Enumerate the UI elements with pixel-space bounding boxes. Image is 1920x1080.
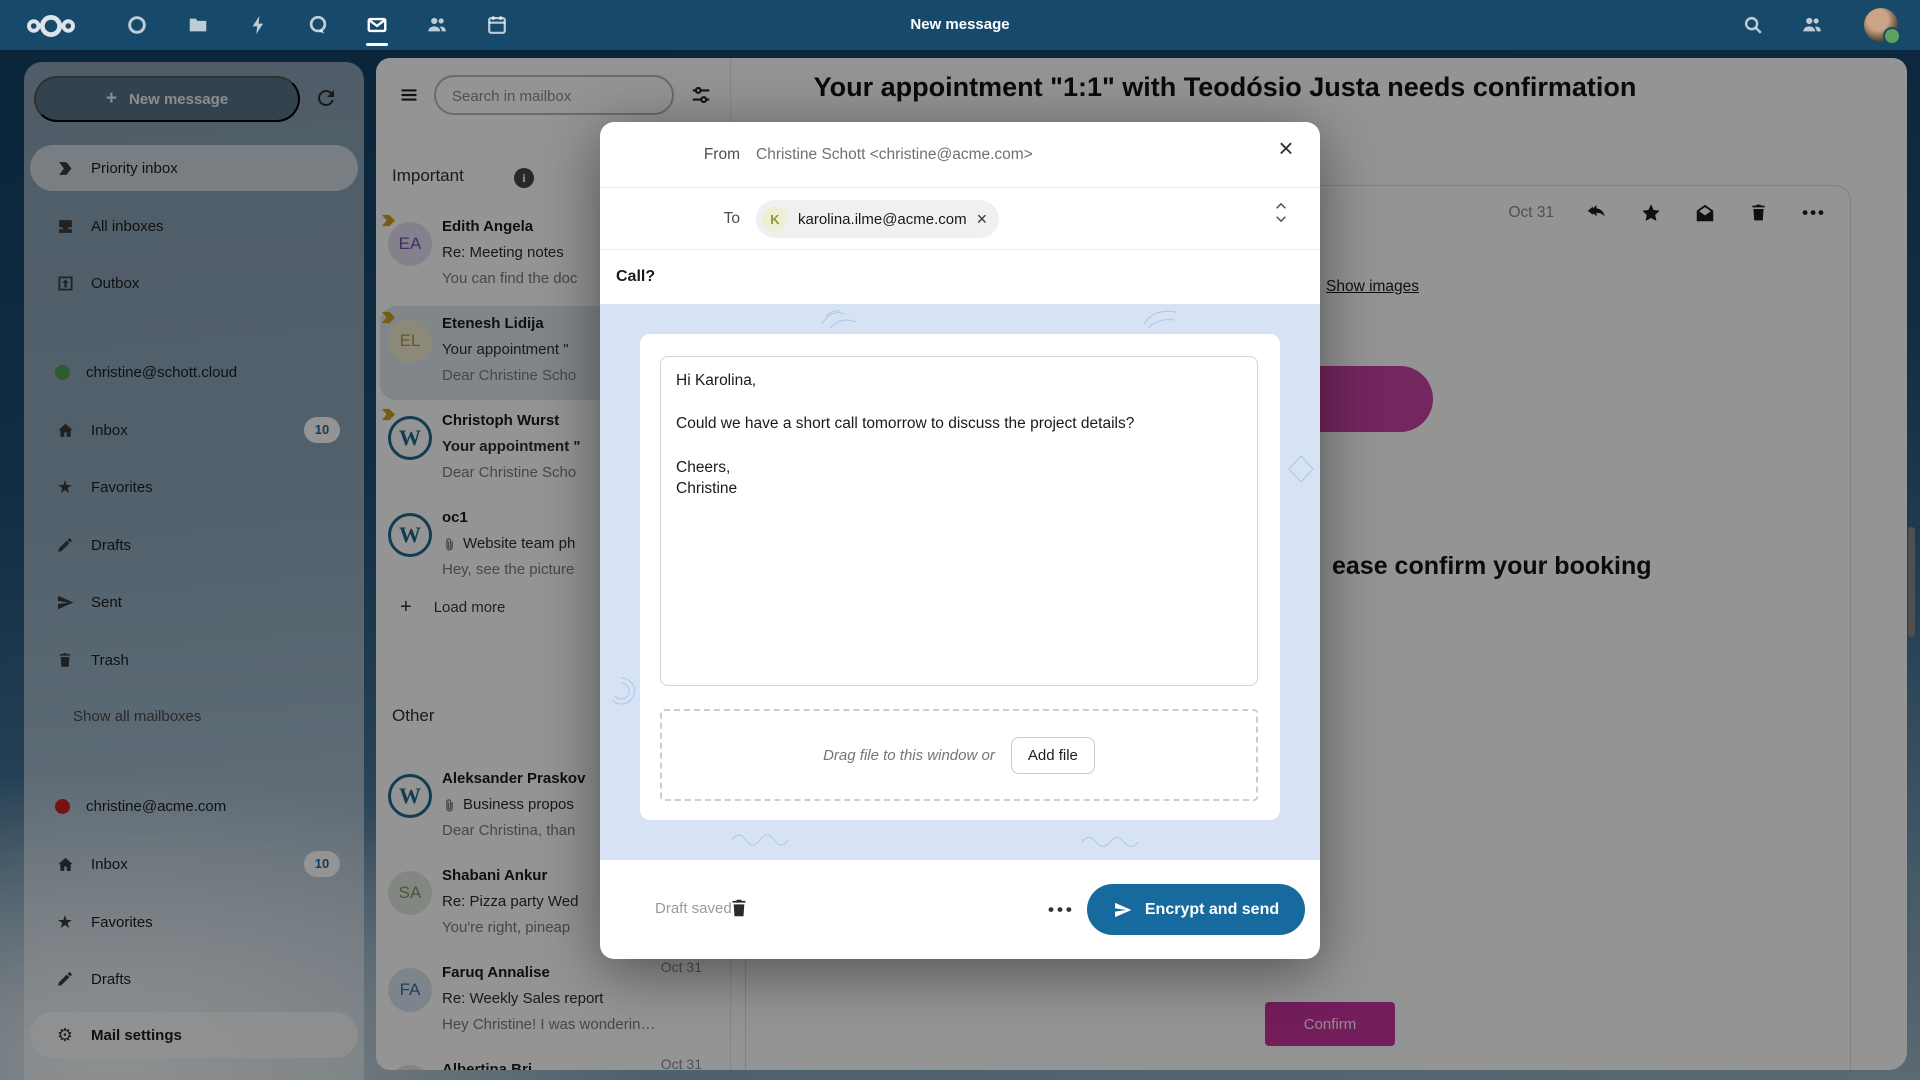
contacts-menu-icon[interactable] (1801, 14, 1823, 36)
compose-card: Hi Karolina, Could we have a short call … (640, 334, 1280, 820)
more-options-icon[interactable]: ••• (1048, 900, 1075, 920)
expand-recipients-icon[interactable] (1274, 202, 1290, 223)
subject-input[interactable]: Call? (616, 250, 655, 304)
user-avatar[interactable] (1864, 8, 1898, 42)
discard-draft-icon[interactable] (728, 896, 750, 920)
compose-background: Hi Karolina, Could we have a short call … (600, 304, 1320, 860)
top-bar: New message (0, 0, 1920, 50)
recipient-chip[interactable]: K karolina.ilme@acme.com × (756, 200, 999, 238)
draft-status: Draft saved (655, 900, 732, 917)
compose-footer: Draft saved ••• Encrypt and send (600, 860, 1320, 959)
subject-row: Call? (600, 250, 1320, 304)
user-status-online (1883, 27, 1901, 45)
search-icon[interactable] (1742, 14, 1764, 36)
from-value[interactable]: Christine Schott <christine@acme.com> (756, 122, 1033, 188)
recipient-email: karolina.ilme@acme.com (798, 211, 967, 228)
remove-recipient-icon[interactable]: × (977, 209, 988, 230)
to-label: To (600, 188, 740, 250)
add-file-button[interactable]: Add file (1011, 737, 1095, 774)
compose-modal: × From Christine Schott <christine@acme.… (600, 122, 1320, 959)
attachment-dropzone[interactable]: Drag file to this window or Add file (660, 709, 1258, 801)
message-body-input[interactable]: Hi Karolina, Could we have a short call … (660, 356, 1258, 686)
send-icon (1113, 900, 1133, 920)
from-row: From Christine Schott <christine@acme.co… (600, 122, 1320, 188)
encrypt-send-button[interactable]: Encrypt and send (1087, 884, 1305, 935)
from-label: From (600, 122, 740, 188)
to-row: To K karolina.ilme@acme.com × (600, 188, 1320, 250)
drop-hint: Drag file to this window or (823, 747, 995, 764)
recipient-avatar: K (762, 206, 788, 232)
window-title: New message (0, 0, 1920, 50)
